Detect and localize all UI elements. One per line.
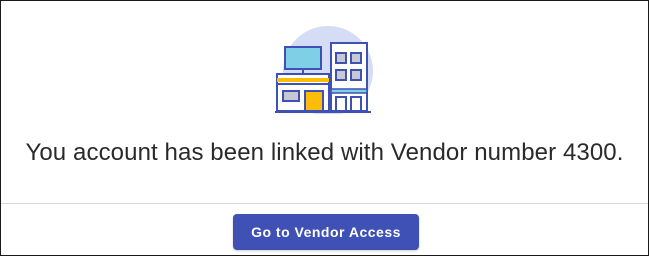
vendor-building-icon [275,26,373,114]
dialog-body: You account has been linked with Vendor … [1,1,648,203]
go-to-vendor-access-button[interactable]: Go to Vendor Access [233,214,419,250]
dialog-footer: Go to Vendor Access [1,204,648,256]
link-confirmation-dialog: You account has been linked with Vendor … [0,0,649,256]
link-confirmation-message: You account has been linked with Vendor … [25,139,624,166]
